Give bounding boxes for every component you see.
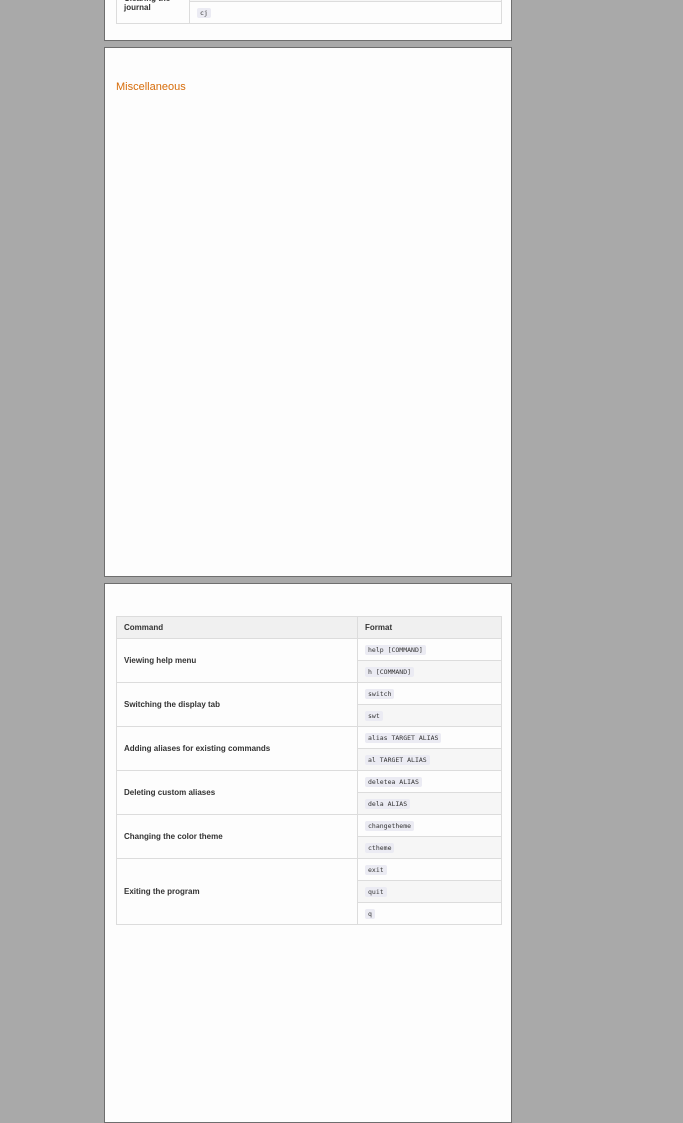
table-header-row: Command Format — [116, 616, 502, 639]
format-cell: deletea ALIAS — [357, 770, 502, 793]
format-code: exit — [365, 865, 387, 875]
table-row: Adding aliases for existing commands ali… — [116, 726, 502, 771]
section-heading: Miscellaneous — [116, 81, 186, 93]
format-cell: changetheme — [357, 814, 502, 837]
format-cell: quit — [357, 880, 502, 903]
command-cell: Viewing help menu — [116, 638, 358, 683]
format-cell: q — [357, 902, 502, 925]
document-page-2: Miscellaneous — [104, 47, 512, 577]
format-code: swt — [365, 711, 383, 721]
format-code: deletea ALIAS — [365, 777, 422, 787]
table-row: Switching the display tab switch — [116, 682, 502, 727]
format-code: cj — [197, 8, 211, 18]
header-command: Command — [116, 616, 358, 639]
format-code: switch — [365, 689, 395, 699]
command-cell: Adding aliases for existing commands — [116, 726, 358, 771]
command-cell: Clearing the journal — [116, 0, 190, 24]
format-code: ctheme — [365, 843, 395, 853]
table-row: Exiting the program exit — [116, 858, 502, 925]
format-code: al TARGET ALIAS — [365, 755, 430, 765]
format-code: q — [365, 909, 375, 919]
format-code: quit — [365, 887, 387, 897]
format-cell: al TARGET ALIAS — [357, 748, 502, 771]
command-cell: Changing the color theme — [116, 814, 358, 859]
format-code: changetheme — [365, 821, 415, 831]
format-code: alias TARGET ALIAS — [365, 733, 442, 743]
format-cell: ctheme — [357, 836, 502, 859]
format-cell: cj — [189, 1, 502, 24]
format-code: h [COMMAND] — [365, 667, 415, 677]
command-cell: Deleting custom aliases — [116, 770, 358, 815]
format-cell: exit — [357, 858, 502, 881]
format-code: help [COMMAND] — [365, 645, 426, 655]
document-page-3: Command Format Viewing help menu help [C… — [104, 583, 512, 1123]
command-cell: Exiting the program — [116, 858, 358, 925]
table-row: Changing the color theme changetheme — [116, 814, 502, 859]
command-label: Clearing the journal — [124, 0, 170, 12]
format-cell: swt — [357, 704, 502, 727]
table-row: Deleting custom aliases deletea ALIAS — [116, 770, 502, 815]
format-code: dela ALIAS — [365, 799, 411, 809]
header-format: Format — [357, 616, 502, 639]
format-cell: alias TARGET ALIAS — [357, 726, 502, 749]
command-cell: Switching the display tab — [116, 682, 358, 727]
format-cell: dela ALIAS — [357, 792, 502, 815]
table-row: Viewing help menu help [COMMAND] — [116, 638, 502, 683]
commands-table: Command Format Viewing help menu help [C… — [116, 616, 502, 925]
document-page-1: Clearing the journal clearj cj — [104, 0, 512, 41]
format-cell: switch — [357, 682, 502, 705]
format-cell: h [COMMAND] — [357, 660, 502, 683]
format-cell: help [COMMAND] — [357, 638, 502, 661]
commands-table-continued: Clearing the journal clearj cj — [116, 0, 502, 24]
